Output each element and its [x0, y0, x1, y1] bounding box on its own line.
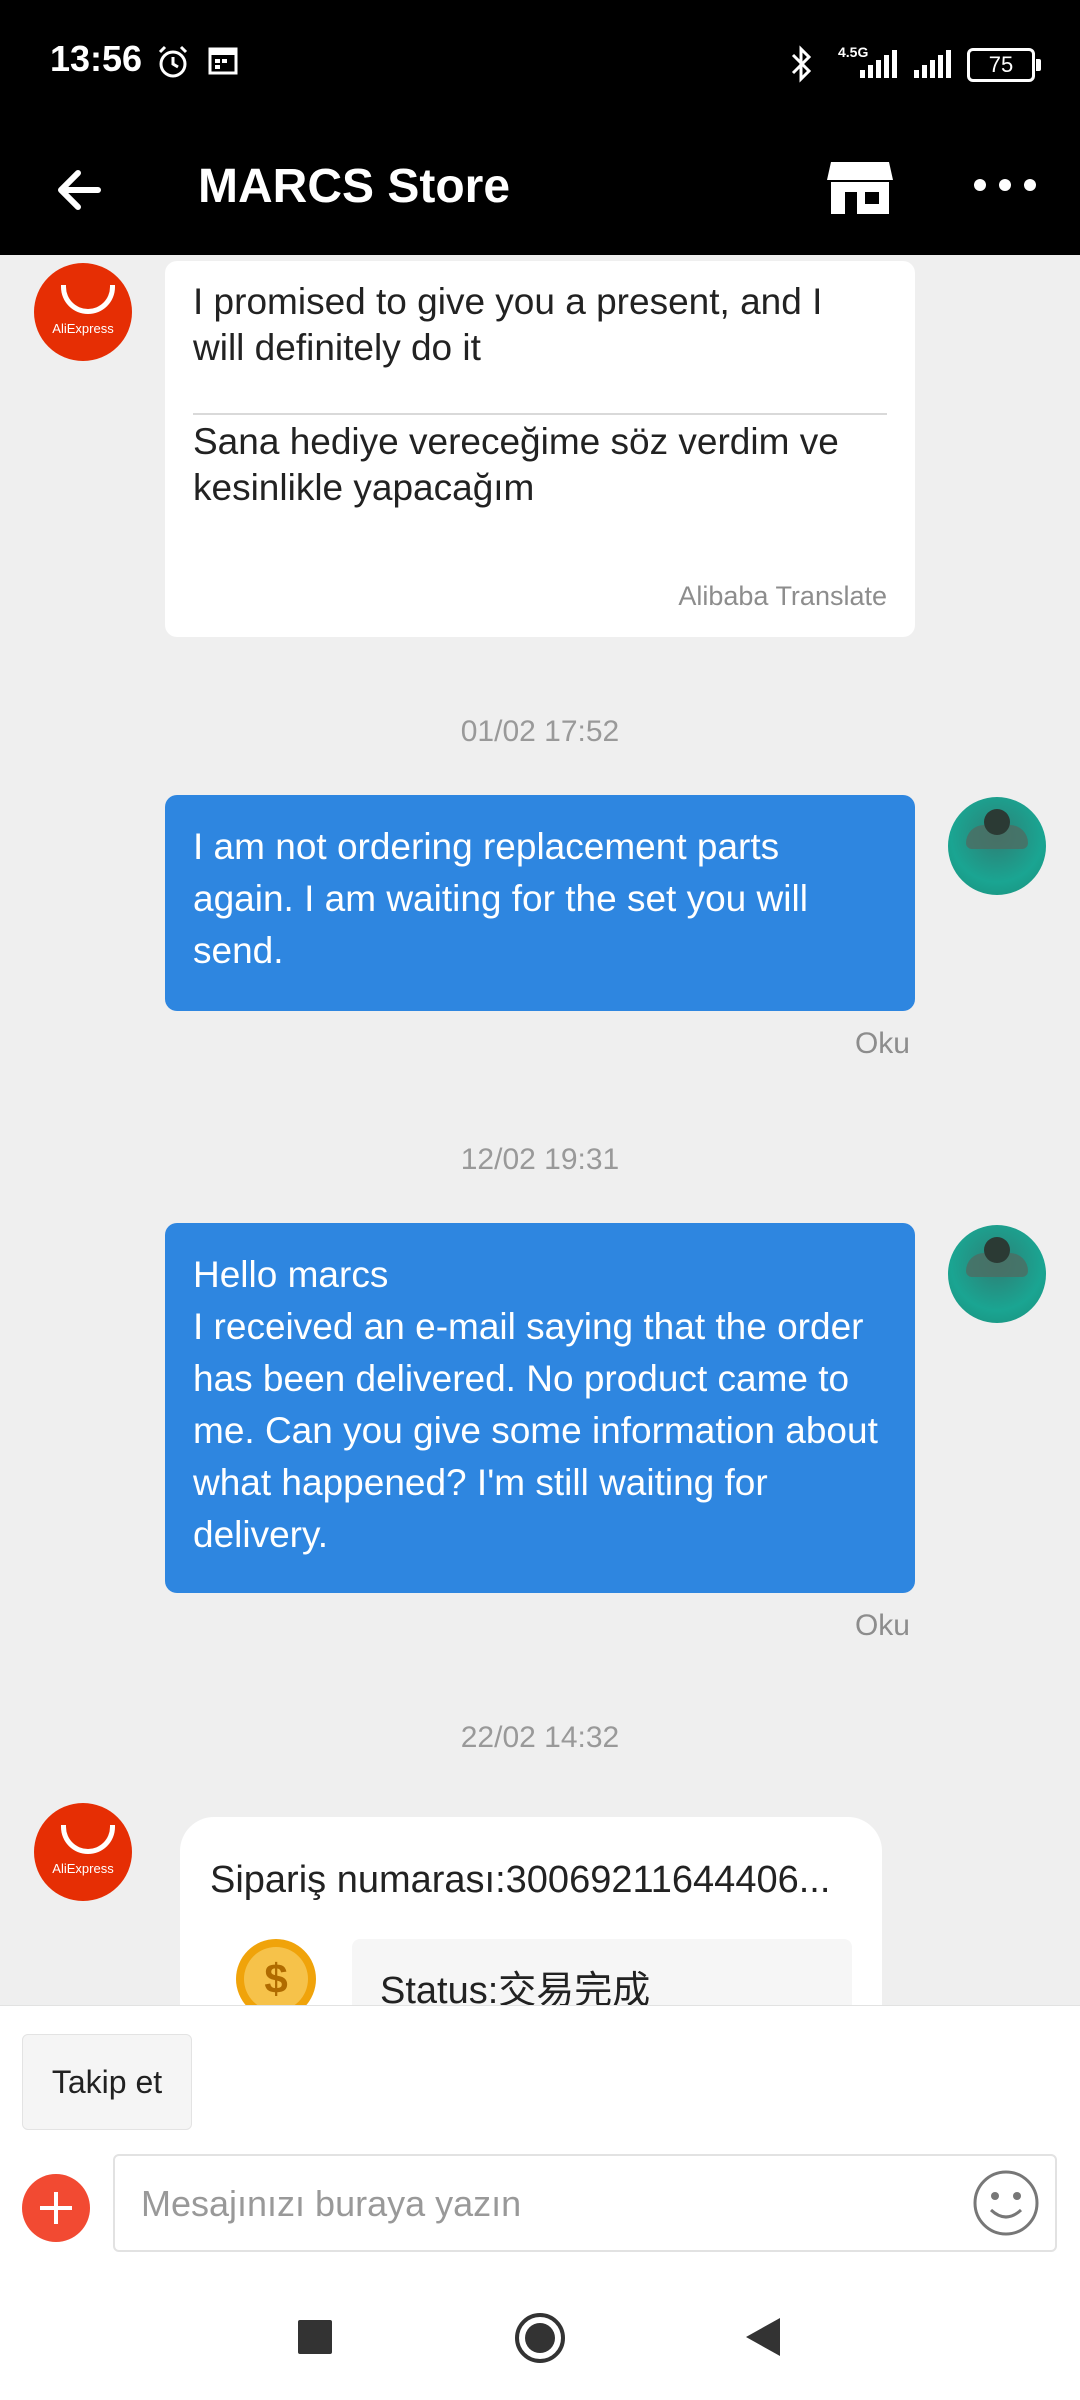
outgoing-message-text: I received an e-mail saying that the ord…	[193, 1306, 878, 1555]
avatar-label: AliExpress	[52, 1861, 114, 1876]
follow-button[interactable]: Takip et	[22, 2034, 192, 2130]
outgoing-message-greeting: Hello marcs	[193, 1254, 389, 1295]
emoji-icon[interactable]	[971, 2168, 1041, 2238]
aliexpress-smile-icon	[61, 285, 115, 314]
add-attachment-icon[interactable]	[22, 2174, 90, 2242]
system-back-icon[interactable]	[742, 2316, 782, 2358]
original-message-text: I promised to give you a present, and I …	[193, 281, 823, 368]
recents-icon[interactable]	[298, 2320, 332, 2354]
battery-icon: 75	[967, 48, 1041, 82]
store-title: MARCS Store	[198, 160, 511, 213]
chat-messages[interactable]: AliExpress I promised to give you a pres…	[0, 255, 1080, 2005]
order-coin-icon: $	[236, 1939, 316, 2005]
order-number: Sipariş numarası:30069211644406...	[210, 1859, 831, 1901]
message-timestamp: 01/02 17:52	[460, 715, 620, 748]
outgoing-message-bubble[interactable]: I am not ordering replacement parts agai…	[165, 795, 915, 1011]
avatar-head	[984, 809, 1010, 835]
message-input-box[interactable]	[113, 2154, 1057, 2252]
order-status-text: Status:交易完成	[380, 1970, 651, 2005]
bluetooth-icon	[791, 45, 812, 83]
message-input[interactable]	[139, 2156, 963, 2252]
chat-header: MARCS Store	[0, 130, 1080, 255]
read-status: Oku	[854, 1609, 910, 1642]
alarm-icon	[158, 45, 188, 78]
translation-source-label: Alibaba Translate	[678, 581, 887, 611]
signal-icon-2	[914, 50, 951, 78]
home-icon[interactable]	[514, 2312, 566, 2364]
aliexpress-smile-icon	[61, 1825, 115, 1854]
input-area: Takip et	[0, 2005, 1080, 2271]
back-arrow-icon[interactable]	[50, 160, 110, 220]
translation-divider	[193, 413, 887, 415]
read-status: Oku	[854, 1027, 910, 1060]
aliexpress-avatar[interactable]: AliExpress	[34, 1803, 132, 1901]
more-options-icon[interactable]	[970, 170, 1040, 200]
outgoing-message-bubble[interactable]: Hello marcs I received an e-mail saying …	[165, 1223, 915, 1593]
outgoing-message-text: I am not ordering replacement parts agai…	[193, 826, 808, 971]
user-avatar[interactable]	[948, 797, 1046, 895]
store-icon[interactable]	[825, 152, 895, 222]
avatar-head	[984, 1237, 1010, 1263]
status-time: 13:56	[50, 38, 143, 79]
incoming-message-card[interactable]: I promised to give you a present, and I …	[165, 261, 915, 637]
avatar-label: AliExpress	[52, 321, 114, 336]
order-status-box: Status:交易完成	[352, 1939, 852, 2005]
calendar-icon	[208, 47, 238, 75]
translated-message-text: Sana hediye vereceğime söz verdim ve kes…	[193, 421, 839, 508]
order-card[interactable]: Sipariş numarası:30069211644406... $ Sta…	[180, 1817, 882, 2005]
message-timestamp: 12/02 19:31	[460, 1143, 620, 1176]
svg-text:$: $	[264, 1955, 287, 2002]
message-timestamp: 22/02 14:32	[460, 1721, 620, 1754]
system-navigation-bar	[0, 2270, 1080, 2400]
status-bar: 13:56 4.5G 75	[0, 0, 1080, 130]
aliexpress-avatar[interactable]: AliExpress	[34, 263, 132, 361]
user-avatar[interactable]	[948, 1225, 1046, 1323]
signal-icon	[860, 50, 897, 78]
